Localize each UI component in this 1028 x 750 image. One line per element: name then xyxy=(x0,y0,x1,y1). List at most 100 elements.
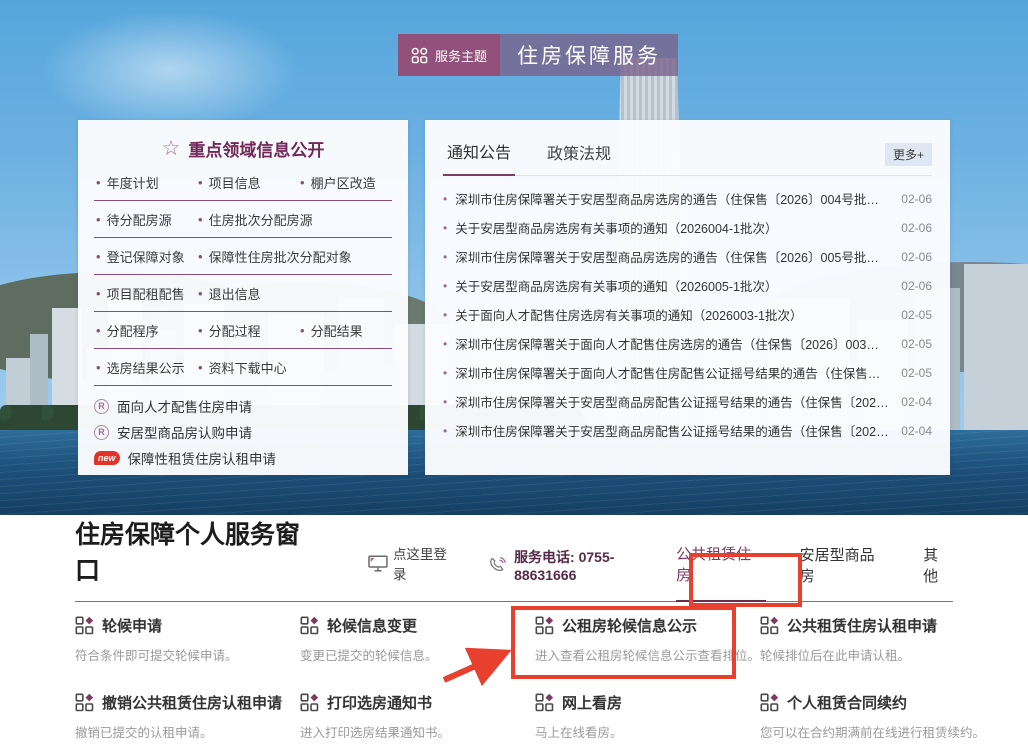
service-grid: 轮候申请符合条件即可提交轮候申请。轮候信息变更变更已提交的轮候信息。公租房轮候信… xyxy=(75,615,953,741)
service-title: 打印选房通知书 xyxy=(327,692,432,713)
info-link[interactable]: •待分配房源 xyxy=(96,210,198,229)
quick-link-label: 面向人才配售住房申请 xyxy=(117,396,252,416)
notice-item[interactable]: •关于安居型商品房选房有关事项的通知（2026005-1批次）02-06 xyxy=(443,271,932,300)
tab-public-rental-housing[interactable]: 公共租赁住房 xyxy=(676,543,766,602)
new-badge-icon: new xyxy=(94,451,120,465)
notice-date: 02-06 xyxy=(901,192,932,206)
service-card-header: 轮候申请 xyxy=(75,615,300,636)
tab-other[interactable]: 其他 xyxy=(923,544,953,601)
bullet-icon: • xyxy=(96,360,101,375)
service-grid-icon xyxy=(760,616,779,635)
service-window-title: 住房保障个人服务窗口 xyxy=(75,515,324,601)
notice-item[interactable]: •深圳市住房保障署关于安居型商品房选房的通告（住保售〔2026〕005号批次）0… xyxy=(443,242,932,271)
service-card[interactable]: 撤销公共租赁住房认租申请撤销已提交的认租申请。 xyxy=(75,692,300,741)
service-card-header: 个人租赁合同续约 xyxy=(760,692,985,713)
info-link[interactable]: •分配结果 xyxy=(300,321,402,340)
quick-link[interactable]: R面向人才配售住房申请 xyxy=(94,393,392,419)
info-link-row: •选房结果公示• 资料下载中心 xyxy=(94,349,392,386)
service-card[interactable]: 公共租赁住房认租申请轮候排位后在此申请认租。 xyxy=(760,615,985,664)
service-card[interactable]: 打印选房通知书进入打印选房结果通知书。 xyxy=(300,692,535,741)
notice-date: 02-04 xyxy=(901,424,932,438)
service-grid-icon xyxy=(75,693,94,712)
service-grid-icon xyxy=(535,693,554,712)
info-link[interactable]: •登记保障对象 xyxy=(96,247,198,266)
info-link-label: 资料下载中心 xyxy=(209,358,287,377)
info-link[interactable]: •住房批次分配房源 xyxy=(198,210,300,229)
bullet-icon: • xyxy=(198,286,203,301)
notice-item[interactable]: •关于安居型商品房选房有关事项的通知（2026004-1批次）02-06 xyxy=(443,213,932,242)
info-link[interactable]: •棚户区改造 xyxy=(300,173,402,192)
service-title: 轮候信息变更 xyxy=(327,615,417,636)
notice-date: 02-06 xyxy=(901,221,932,235)
bullet-icon: • xyxy=(96,175,101,190)
info-link-row: •待分配房源•住房批次分配房源 xyxy=(94,201,392,238)
service-desc: 变更已提交的轮候信息。 xyxy=(300,645,535,664)
service-desc: 您可以在合约期满前在线进行租赁续约。 xyxy=(760,722,985,741)
quick-link[interactable]: R安居型商品房认购申请 xyxy=(94,419,392,445)
more-button[interactable]: 更多+ xyxy=(885,143,932,166)
info-link[interactable]: •选房结果公示 xyxy=(96,358,198,377)
info-link[interactable]: •分配过程 xyxy=(198,321,300,340)
service-card-header: 打印选房通知书 xyxy=(300,692,535,713)
service-card[interactable]: 个人租赁合同续约您可以在合约期满前在线进行租赁续约。 xyxy=(760,692,985,741)
service-card[interactable]: 网上看房马上在线看房。 xyxy=(535,692,760,741)
bullet-icon: • xyxy=(96,249,101,264)
notice-item[interactable]: •深圳市住房保障署关于安居型商品房配售公证摇号结果的通告（住保售〔2026〕00… xyxy=(443,416,932,445)
service-card-header: 网上看房 xyxy=(535,692,760,713)
info-link-label: 分配结果 xyxy=(311,321,363,340)
info-link[interactable]: •项目信息 xyxy=(198,173,300,192)
service-grid-icon xyxy=(300,616,319,635)
notice-item[interactable]: •深圳市住房保障署关于安居型商品房选房的通告（住保售〔2026〕004号批次）0… xyxy=(443,184,932,213)
service-card[interactable]: 轮候信息变更变更已提交的轮候信息。 xyxy=(300,615,535,664)
notice-date: 02-05 xyxy=(901,366,932,380)
service-card[interactable]: 轮候申请符合条件即可提交轮候申请。 xyxy=(75,615,300,664)
info-link-label: 分配程序 xyxy=(107,321,159,340)
info-link[interactable]: •分配程序 xyxy=(96,321,198,340)
service-desc: 进入打印选房结果通知书。 xyxy=(300,722,535,741)
info-link[interactable]: • 资料下载中心 xyxy=(198,358,300,377)
login-link[interactable]: 点这里登录 xyxy=(368,543,460,601)
quick-link[interactable]: new保障性租赁住房认租申请 xyxy=(94,445,392,471)
info-link-rows: •年度计划•项目信息•棚户区改造•待分配房源•住房批次分配房源•登记保障对象•保… xyxy=(94,164,392,386)
star-icon: ☆ xyxy=(162,136,181,161)
service-theme-label-group: 服务主题 xyxy=(398,34,500,76)
quick-link-label: 安居型商品房认购申请 xyxy=(117,422,252,442)
key-info-panel-title: ☆ 重点领域信息公开 xyxy=(94,132,392,164)
service-card[interactable]: 公租房轮候信息公示进入查看公租房轮候信息公示查看排位。 xyxy=(535,615,760,664)
service-theme-badge: 服务主题 住房保障服务 xyxy=(398,34,678,76)
bullet-icon: • xyxy=(443,395,447,409)
bullet-icon: • xyxy=(198,212,203,227)
info-link[interactable]: •项目配租配售 xyxy=(96,284,198,303)
info-link-label: 分配过程 xyxy=(209,321,261,340)
info-link-label: 棚户区改造 xyxy=(311,173,376,192)
notice-item[interactable]: •关于面向人才配售住房选房有关事项的通知（2026003-1批次）02-05 xyxy=(443,300,932,329)
service-title: 公租房轮候信息公示 xyxy=(562,615,697,636)
notice-item[interactable]: •深圳市住房保障署关于安居型商品房配售公证摇号结果的通告（住保售〔2026〕00… xyxy=(443,387,932,416)
info-link[interactable]: •年度计划 xyxy=(96,173,198,192)
bullet-icon: • xyxy=(198,360,203,375)
notice-item[interactable]: •深圳市住房保障署关于面向人才配售住房配售公证摇号结果的通告（住保售〔2026〕… xyxy=(443,358,932,387)
info-link[interactable]: •退出信息 xyxy=(198,284,300,303)
tab-policies[interactable]: 政策法规 xyxy=(543,140,615,175)
notice-panel: 通知公告 政策法规 更多+ •深圳市住房保障署关于安居型商品房选房的通告（住保售… xyxy=(425,120,950,475)
login-link-label: 点这里登录 xyxy=(393,543,460,583)
bullet-icon: • xyxy=(443,424,447,438)
bullet-icon: • xyxy=(198,249,203,264)
notice-list: •深圳市住房保障署关于安居型商品房选房的通告（住保售〔2026〕004号批次）0… xyxy=(443,176,932,445)
notice-date: 02-05 xyxy=(901,337,932,351)
notice-date: 02-05 xyxy=(901,308,932,322)
service-card-header: 公租房轮候信息公示 xyxy=(535,615,760,636)
notice-title: 关于面向人才配售住房选房有关事项的通知（2026003-1批次） xyxy=(455,305,891,324)
notice-title: 关于安居型商品房选房有关事项的通知（2026005-1批次） xyxy=(455,276,891,295)
service-window-tabs: 公共租赁住房 安居型商品房 其他 xyxy=(676,543,953,601)
info-link[interactable]: •保障性住房批次分配对象 xyxy=(198,247,300,266)
service-grid-icon xyxy=(300,693,319,712)
info-link-row: •年度计划•项目信息 • 棚户区改造 xyxy=(94,164,392,201)
tab-affordable-commodity-housing[interactable]: 安居型商品房 xyxy=(800,544,890,601)
bullet-icon: • xyxy=(96,212,101,227)
notice-item[interactable]: •深圳市住房保障署关于面向人才配售住房选房的通告（住保售〔2026〕003号批次… xyxy=(443,329,932,358)
notice-date: 02-06 xyxy=(901,250,932,264)
bullet-icon: • xyxy=(443,366,447,380)
monitor-icon xyxy=(368,555,388,572)
tab-notices[interactable]: 通知公告 xyxy=(443,139,515,176)
